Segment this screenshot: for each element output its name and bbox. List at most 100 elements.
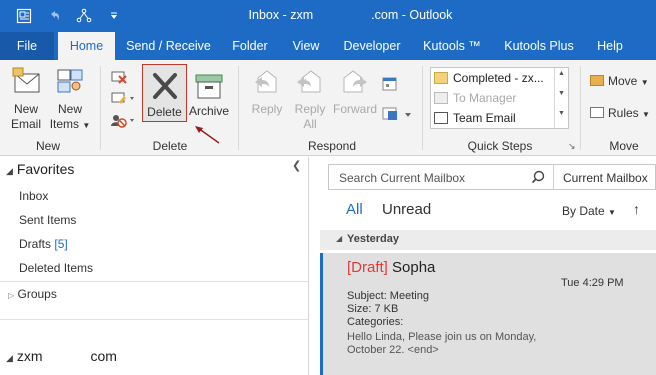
quick-steps-scroll[interactable]: ▲ ▼ ▼ <box>554 68 568 128</box>
group-label-move: Move <box>609 139 639 153</box>
delete-x-icon <box>152 73 177 99</box>
quick-step-to-manager[interactable]: To Manager <box>434 89 516 108</box>
quick-steps-gallery: Completed - zx... To Manager Team Email … <box>430 67 569 129</box>
account-header[interactable]: ◢ zxm com <box>6 348 117 364</box>
draft-tag: [Draft] <box>347 259 388 276</box>
new-items-label-2-row: Items ▼ <box>48 117 92 133</box>
message-item[interactable]: [Draft] Sopha Tue 4:29 PM Subject: Meeti… <box>320 253 656 375</box>
pane-splitter[interactable] <box>308 157 309 375</box>
forward-arrow-icon <box>434 92 448 104</box>
expand-triangle-icon: ◢ <box>6 166 13 176</box>
group-label-new: New <box>35 139 60 153</box>
title-bar: Inbox - zxm .com - Outlook <box>0 0 656 32</box>
quick-step-completed[interactable]: Completed - zx... <box>434 69 544 88</box>
tab-help[interactable]: Help <box>590 32 630 60</box>
delete-button[interactable]: Delete <box>142 64 187 122</box>
scroll-up-icon[interactable]: ▲ <box>558 70 565 77</box>
tab-kutools[interactable]: Kutools ™ <box>416 32 488 60</box>
filter-all-tab[interactable]: All <box>346 201 363 218</box>
collapsed-triangle-icon: ▷ <box>8 291 15 300</box>
ignore-icon[interactable] <box>110 69 128 88</box>
collapse-pane-icon[interactable]: ❮ <box>292 159 301 172</box>
new-email-label-2: Email <box>10 117 41 131</box>
message-sender: Sopha <box>392 259 436 276</box>
chevron-down-icon: ▼ <box>82 121 91 130</box>
tab-kutools-plus[interactable]: Kutools Plus <box>496 32 582 60</box>
account-suffix: com <box>90 348 117 364</box>
tab-view[interactable]: View <box>284 32 328 60</box>
archive-button[interactable]: Archive <box>188 66 230 124</box>
collapse-triangle-icon: ◢ <box>336 234 343 243</box>
move-button[interactable]: Move ▼ <box>590 74 656 96</box>
archive-label: Archive <box>188 104 229 118</box>
favorites-label: Favorites <box>16 161 75 177</box>
reply-all-icon <box>297 70 321 93</box>
im-icon[interactable] <box>381 106 415 125</box>
more-icon[interactable]: ▼ <box>558 110 565 117</box>
folder-drafts[interactable]: Drafts [5] <box>19 237 68 251</box>
meeting-icon[interactable] <box>381 76 399 95</box>
groups-header[interactable]: ▷ Groups <box>8 287 57 301</box>
search-input[interactable]: Search Current Mailbox <box>328 164 554 190</box>
message-categories: Categories: <box>347 316 404 328</box>
ribbon-tabs: File Home Send / Receive Folder View Dev… <box>0 32 656 60</box>
folder-inbox[interactable]: Inbox <box>19 189 48 203</box>
quick-step-label: Team Email <box>453 111 516 125</box>
group-label-respond: Respond <box>307 139 357 153</box>
new-email-button[interactable]: New Email <box>4 66 48 134</box>
new-items-icon <box>57 69 83 93</box>
move-label: Move <box>608 74 638 88</box>
quick-step-label: Completed - zx... <box>453 71 544 85</box>
reply-button[interactable]: Reply <box>247 66 287 134</box>
nav-divider <box>0 319 308 320</box>
message-time: Tue 4:29 PM <box>561 277 624 289</box>
chevron-down-icon: ▼ <box>640 78 649 87</box>
tab-developer[interactable]: Developer <box>336 32 408 60</box>
expand-triangle-icon: ◢ <box>6 353 13 363</box>
chevron-down-icon: ▼ <box>608 208 616 217</box>
rules-label: Rules <box>608 106 639 120</box>
reply-all-button[interactable]: Reply All <box>290 66 330 134</box>
group-label-quick-steps: Quick Steps <box>467 139 533 153</box>
reply-all-label-1: Reply <box>294 102 326 116</box>
message-preview-line-1: Hello Linda, Please join us on Monday, <box>347 331 537 343</box>
folder-deleted-items[interactable]: Deleted Items <box>19 261 93 275</box>
team-email-icon <box>434 112 448 124</box>
filter-unread-tab[interactable]: Unread <box>382 201 431 218</box>
new-items-button[interactable]: New Items ▼ <box>48 66 92 134</box>
archive-icon <box>195 74 223 99</box>
nav-divider <box>0 281 308 282</box>
favorites-header[interactable]: ◢ Favorites <box>6 161 74 177</box>
sort-dropdown[interactable]: By Date ▼ <box>562 204 616 218</box>
rules-button[interactable]: Rules ▼ <box>590 106 656 128</box>
quick-step-team-email[interactable]: Team Email <box>434 109 516 128</box>
junk-icon[interactable] <box>110 112 136 131</box>
redaction-block <box>313 8 372 23</box>
completed-icon <box>434 72 448 84</box>
sort-label: By Date <box>562 204 605 218</box>
dialog-launcher-icon[interactable]: ↘ <box>568 141 576 152</box>
new-email-label-1: New <box>13 102 38 116</box>
new-email-icon <box>12 67 40 93</box>
group-separator <box>100 66 101 150</box>
scroll-down-icon[interactable]: ▼ <box>558 90 565 97</box>
reply-all-label-2: All <box>303 117 317 131</box>
forward-label: Forward <box>332 102 377 116</box>
group-header-yesterday[interactable]: ◢ Yesterday <box>320 230 656 250</box>
drafts-label: Drafts <box>19 237 52 251</box>
tab-home[interactable]: Home <box>58 32 115 60</box>
folder-pane: ❮ ◢ Favorites Inbox Sent Items Drafts [5… <box>0 157 308 375</box>
tab-file[interactable]: File <box>0 32 54 60</box>
window-title: Inbox - zxm .com - Outlook <box>0 0 656 32</box>
folder-sent-items[interactable]: Sent Items <box>19 213 76 227</box>
search-scope-dropdown[interactable]: Current Mailbox <box>553 164 656 190</box>
window-title-right: .com - Outlook <box>371 8 453 22</box>
tab-send-receive[interactable]: Send / Receive <box>120 32 217 60</box>
clean-up-icon[interactable] <box>110 90 136 109</box>
sort-direction-icon[interactable]: ↑ <box>633 201 640 217</box>
move-icon <box>590 75 604 86</box>
forward-button[interactable]: Forward <box>332 66 378 134</box>
window-title-left: Inbox - zxm <box>248 8 314 22</box>
search-icon[interactable] <box>531 170 545 184</box>
tab-folder[interactable]: Folder <box>224 32 276 60</box>
